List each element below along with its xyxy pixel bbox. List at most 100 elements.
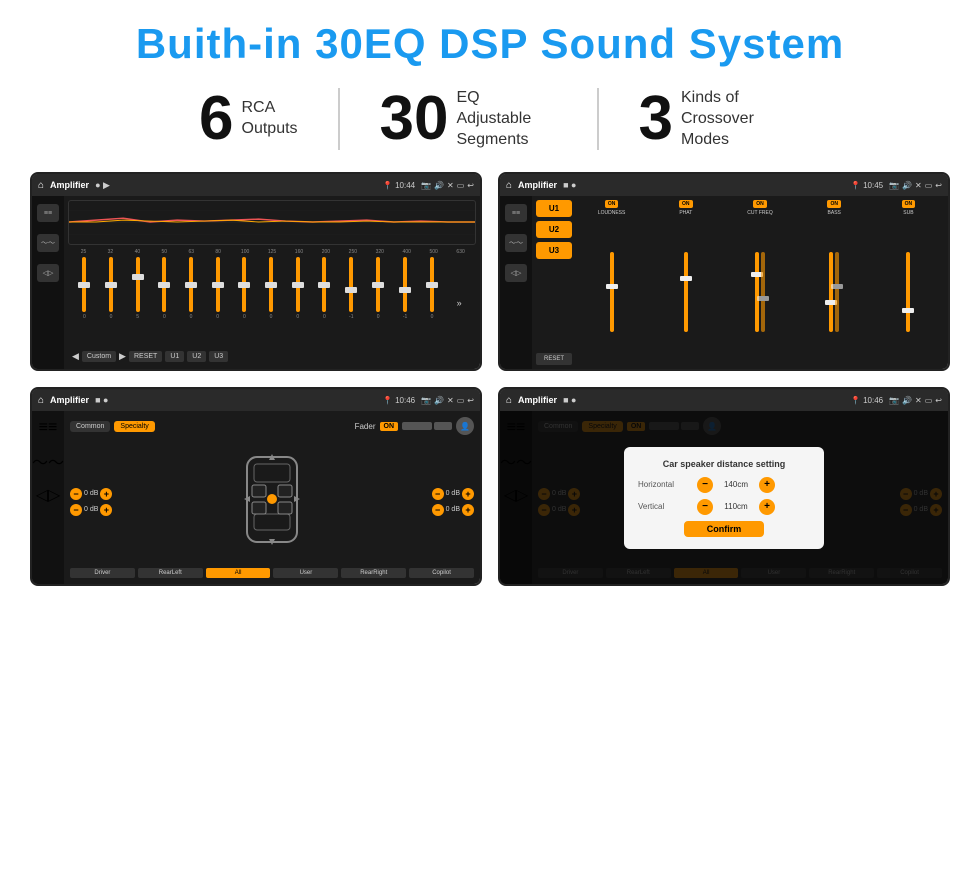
- crossover-u2-btn[interactable]: U2: [536, 221, 572, 238]
- copilot-btn[interactable]: Copilot: [409, 568, 474, 578]
- volume-icon: 🔊: [434, 181, 444, 190]
- expand-icon[interactable]: »: [457, 298, 462, 308]
- fader-bar-1: [402, 422, 432, 430]
- phat-slider[interactable]: [684, 218, 688, 365]
- rear-left-btn[interactable]: RearLeft: [138, 568, 203, 578]
- fader-on-toggle[interactable]: ON: [380, 422, 399, 431]
- user-btn[interactable]: User: [273, 568, 338, 578]
- eq-slider-13[interactable]: -1: [403, 257, 407, 320]
- loudness-on-badge[interactable]: ON: [605, 200, 619, 208]
- horizontal-minus-btn[interactable]: −: [697, 477, 713, 493]
- db-plus-tr[interactable]: +: [462, 488, 474, 500]
- crossover-sidebar-btn-1[interactable]: ≡≡: [505, 204, 527, 222]
- driver-btn[interactable]: Driver: [70, 568, 135, 578]
- stat-number-rca: 6: [199, 88, 233, 150]
- cutfreq-on-badge[interactable]: ON: [753, 200, 767, 208]
- sub-on-badge[interactable]: ON: [902, 200, 916, 208]
- fader-sidebar-btn-1[interactable]: ≡≡: [39, 419, 58, 437]
- db-minus-tr[interactable]: −: [432, 488, 444, 500]
- horizontal-plus-btn[interactable]: +: [759, 477, 775, 493]
- eq-slider-8[interactable]: 0: [269, 257, 273, 320]
- db-plus-bl[interactable]: +: [100, 504, 112, 516]
- play-prev-btn[interactable]: ◀: [72, 351, 79, 362]
- sub-slider[interactable]: [906, 218, 910, 365]
- eq-slider-14[interactable]: 0: [430, 257, 434, 320]
- eq-slider-11[interactable]: -1: [349, 257, 353, 320]
- eq-slider-2[interactable]: 0: [109, 257, 113, 320]
- crossover-sidebar: ≡≡ 〜〜 ◁▷: [500, 196, 532, 369]
- fader-sidebar: ≡≡ 〜〜 ◁▷: [32, 411, 64, 584]
- all-btn[interactable]: All: [206, 568, 271, 578]
- u3-btn[interactable]: U3: [209, 351, 228, 362]
- eq-slider-6[interactable]: 0: [216, 257, 220, 320]
- freq-200: 200: [312, 249, 339, 255]
- u2-btn[interactable]: U2: [187, 351, 206, 362]
- phat-on-badge[interactable]: ON: [679, 200, 693, 208]
- crossover-home-icon[interactable]: ⌂: [506, 180, 512, 191]
- eq-slider-12[interactable]: 0: [376, 257, 380, 320]
- fader-screen: ⌂ Amplifier ■ ● 📍 10:46 📷 🔊 ✕ ▭ ↩ ≡≡: [32, 389, 480, 584]
- db-minus-br[interactable]: −: [432, 504, 444, 516]
- bass-slider[interactable]: [829, 218, 839, 365]
- eq-slider-10[interactable]: 0: [322, 257, 326, 320]
- fader-back-icon[interactable]: ↩: [467, 396, 474, 405]
- fader-main: Common Specialty Fader ON 👤: [64, 411, 480, 584]
- eq-slider-5[interactable]: 0: [189, 257, 193, 320]
- db-minus-tl[interactable]: −: [70, 488, 82, 500]
- play-next-btn[interactable]: ▶: [119, 351, 126, 362]
- home-icon[interactable]: ⌂: [38, 180, 44, 191]
- crossover-window-icon[interactable]: ▭: [925, 181, 933, 190]
- eq-status-dot: ● ▶: [95, 180, 110, 191]
- window-icon[interactable]: ▭: [457, 181, 465, 190]
- freq-40: 40: [124, 249, 151, 255]
- loudness-slider[interactable]: [610, 218, 614, 365]
- eq-slider-4[interactable]: 0: [162, 257, 166, 320]
- eq-slider-3[interactable]: 5: [136, 257, 140, 320]
- freq-320: 320: [366, 249, 393, 255]
- db-plus-br[interactable]: +: [462, 504, 474, 516]
- eq-sidebar-btn-2[interactable]: 〜〜: [37, 234, 59, 252]
- crossover-u1-btn[interactable]: U1: [536, 200, 572, 217]
- fader-sidebar-btn-2[interactable]: 〜〜: [32, 449, 64, 473]
- vertical-plus-btn[interactable]: +: [759, 499, 775, 515]
- distance-screen-body: ≡≡ 〜〜 ◁▷ Common Specialty ON: [500, 411, 948, 584]
- crossover-reset-btn[interactable]: RESET: [536, 353, 572, 365]
- fader-specialty-tab[interactable]: Specialty: [114, 421, 154, 432]
- fader-home-icon[interactable]: ⌂: [38, 395, 44, 406]
- back-icon[interactable]: ↩: [467, 181, 474, 190]
- rear-right-btn[interactable]: RearRight: [341, 568, 406, 578]
- distance-window-icon[interactable]: ▭: [925, 396, 933, 405]
- cutfreq-slider[interactable]: [755, 218, 765, 365]
- bass-on-badge[interactable]: ON: [827, 200, 841, 208]
- confirm-button[interactable]: Confirm: [684, 521, 764, 537]
- custom-preset-btn[interactable]: Custom: [82, 351, 116, 362]
- fader-close-icon[interactable]: ✕: [447, 396, 454, 405]
- fader-window-icon[interactable]: ▭: [457, 396, 465, 405]
- fader-status: ■ ●: [95, 395, 108, 405]
- distance-close-icon[interactable]: ✕: [915, 396, 922, 405]
- vertical-label: Vertical: [638, 502, 693, 511]
- distance-home-icon[interactable]: ⌂: [506, 395, 512, 406]
- vertical-minus-btn[interactable]: −: [697, 499, 713, 515]
- crossover-screen-wrapper: ⌂ Amplifier ■ ● 📍 10:45 📷 🔊 ✕ ▭ ↩ ≡≡: [498, 172, 950, 371]
- crossover-close-icon[interactable]: ✕: [915, 181, 922, 190]
- fader-sidebar-btn-3[interactable]: ◁▷: [36, 485, 61, 505]
- fader-common-tab[interactable]: Common: [70, 421, 110, 432]
- eq-sidebar-btn-1[interactable]: ≡≡: [37, 204, 59, 222]
- distance-back-icon[interactable]: ↩: [935, 396, 942, 405]
- crossover-u3-btn[interactable]: U3: [536, 242, 572, 259]
- eq-slider-1[interactable]: 0: [82, 257, 86, 320]
- reset-btn[interactable]: RESET: [129, 351, 162, 362]
- crossover-sidebar-btn-2[interactable]: 〜〜: [505, 234, 527, 252]
- crossover-sidebar-btn-3[interactable]: ◁▷: [505, 264, 527, 282]
- eq-sidebar-btn-3[interactable]: ◁▷: [37, 264, 59, 282]
- crossover-back-icon[interactable]: ↩: [935, 181, 942, 190]
- eq-slider-7[interactable]: 0: [242, 257, 246, 320]
- u1-btn[interactable]: U1: [165, 351, 184, 362]
- fader-header-icons: 📷 🔊 ✕ ▭ ↩: [421, 396, 474, 405]
- db-plus-tl[interactable]: +: [100, 488, 112, 500]
- eq-slider-9[interactable]: 0: [296, 257, 300, 320]
- db-minus-bl[interactable]: −: [70, 504, 82, 516]
- close-icon[interactable]: ✕: [447, 181, 454, 190]
- speaker-controls-right: − 0 dB + − 0 dB +: [432, 488, 474, 516]
